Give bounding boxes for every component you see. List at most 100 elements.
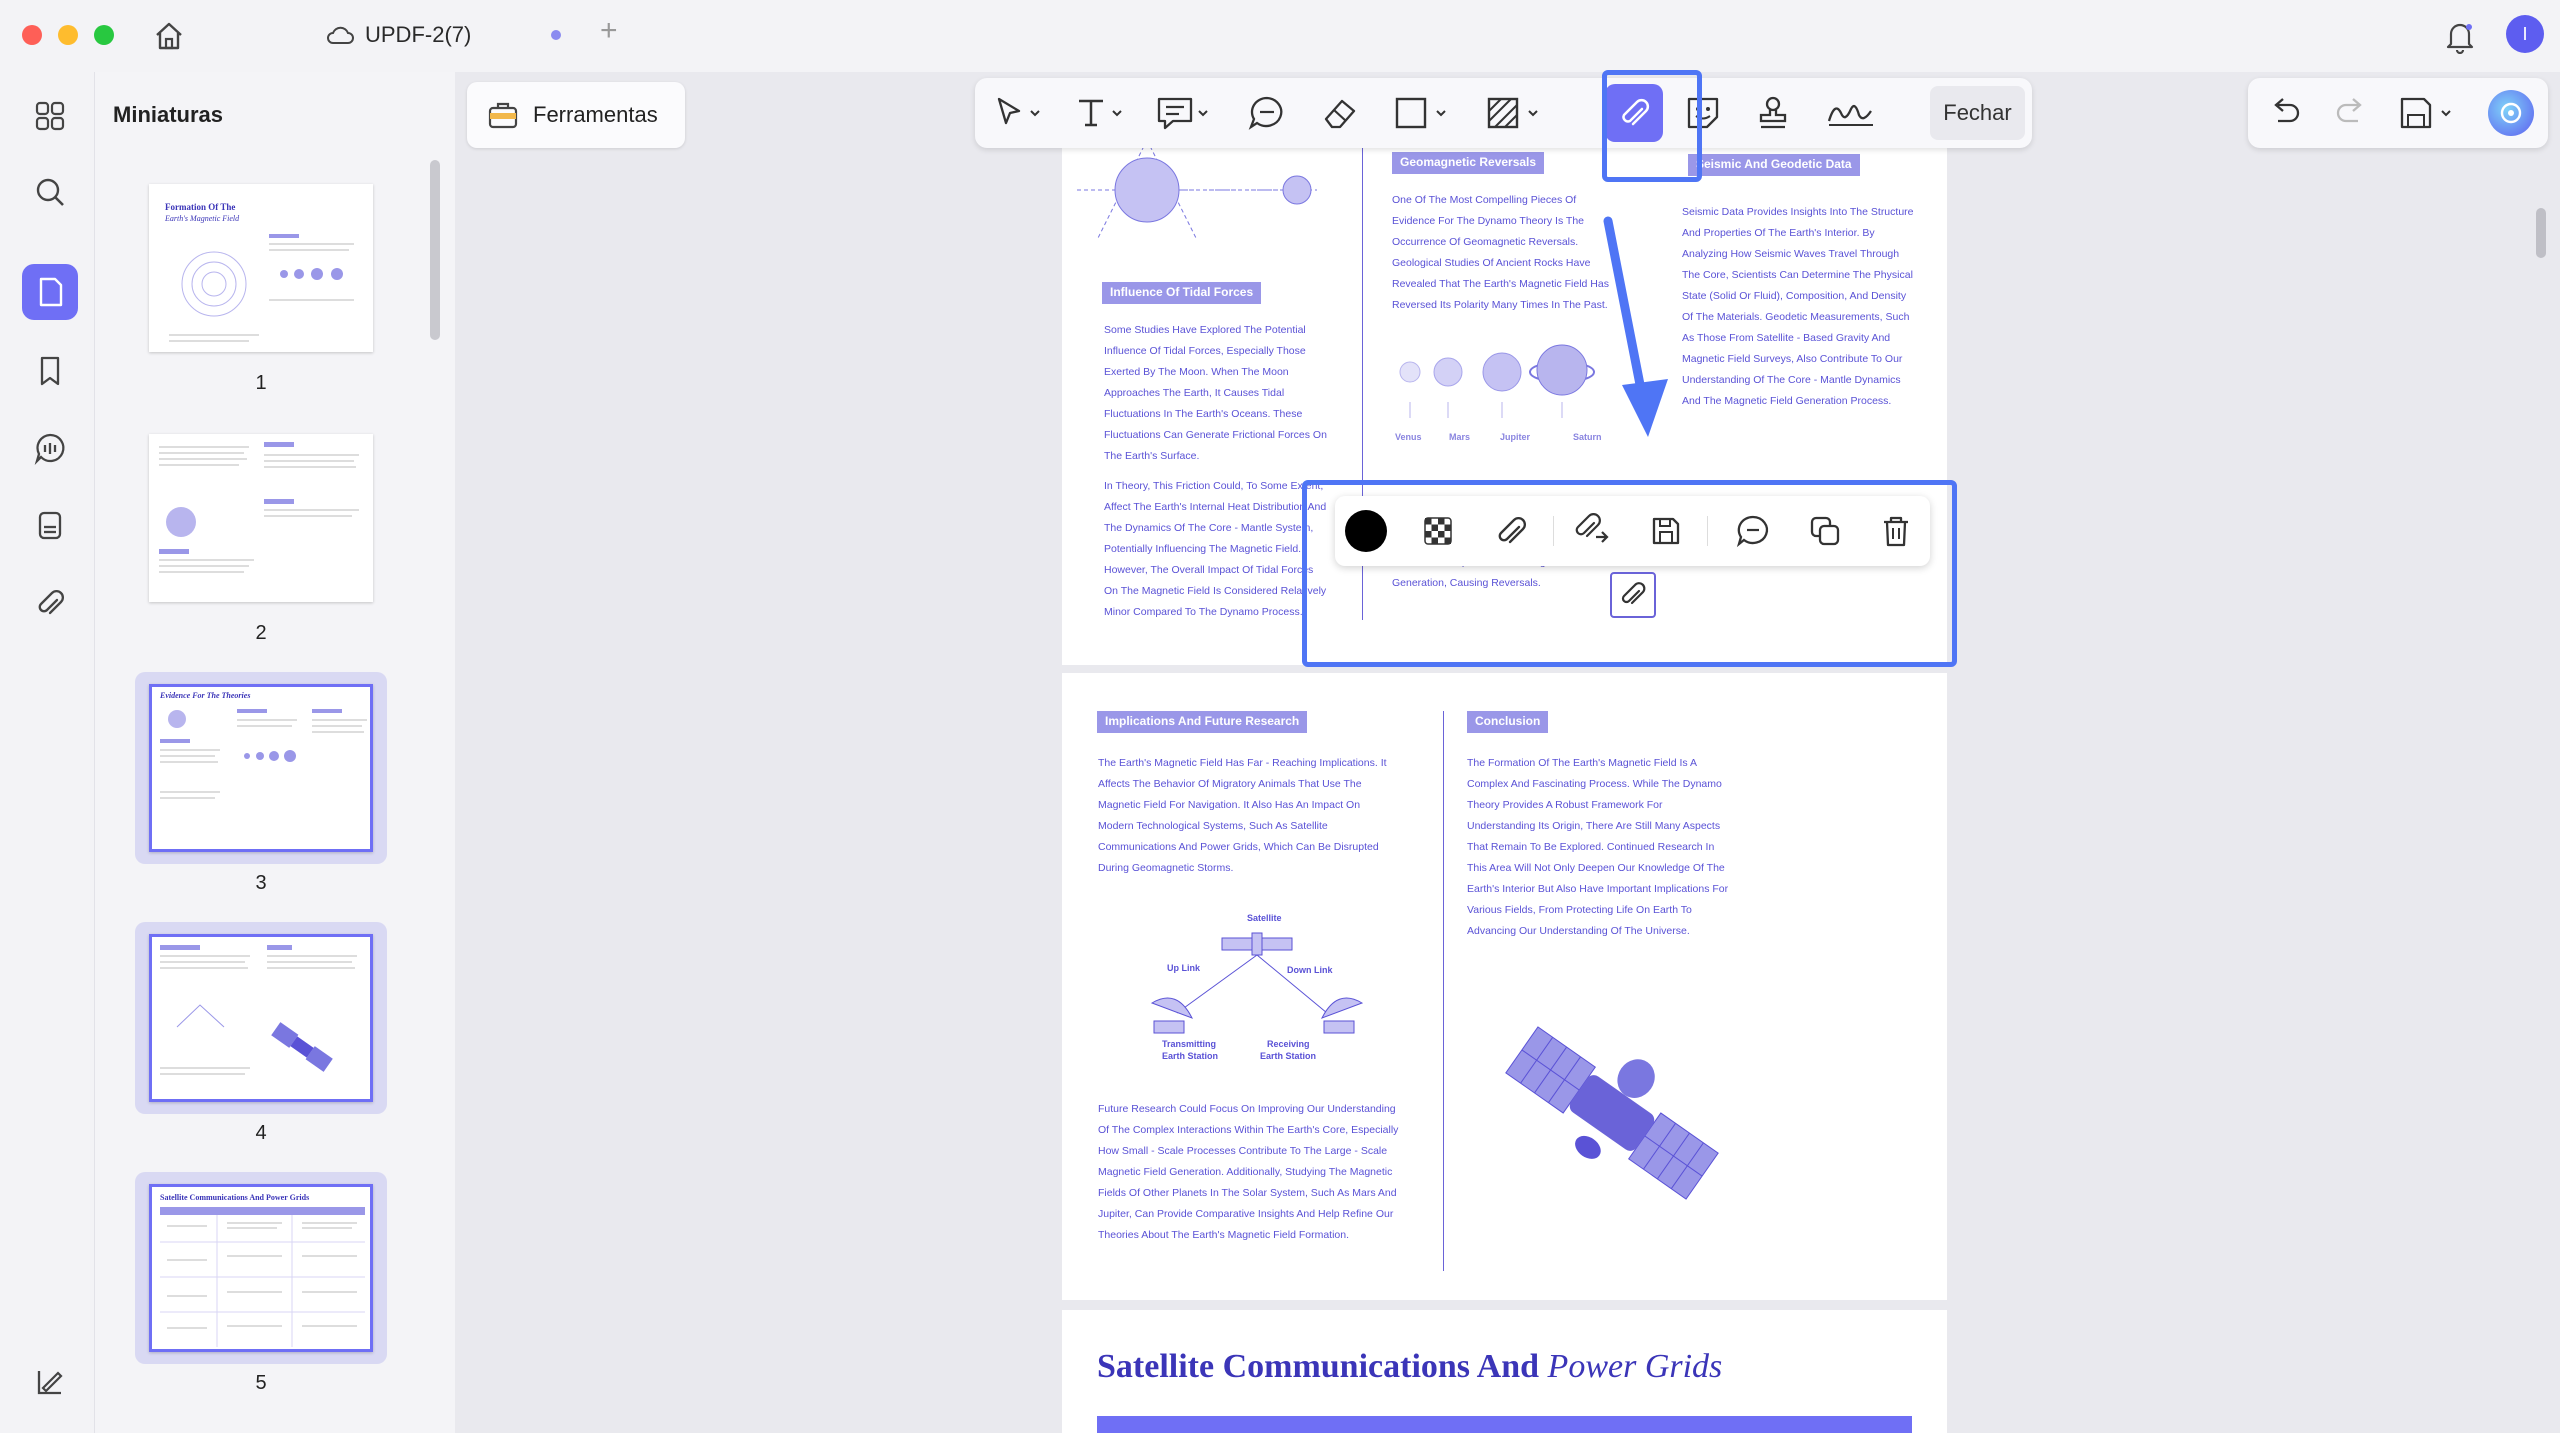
title-bar: UPDF-2(7) + I — [0, 0, 2560, 72]
section-heading: Implications And Future Research — [1097, 711, 1308, 733]
annotation-toolbar: Fechar — [975, 78, 2032, 148]
divider — [1553, 516, 1554, 546]
thumbnails-icon[interactable] — [22, 264, 78, 320]
delete-icon[interactable] — [1875, 510, 1917, 552]
page-thumbnail-3[interactable]: Evidence For The Theories 3 — [135, 672, 387, 894]
eraser-icon[interactable] — [1320, 92, 1360, 134]
planets-diagram — [1399, 344, 1595, 418]
save-icon[interactable] — [2396, 92, 2456, 134]
page-thumbnail-4[interactable]: 4 — [135, 922, 387, 1144]
paragraph: Future Research Could Focus On Improving… — [1098, 1103, 1399, 1241]
apps-grid-icon[interactable] — [22, 88, 78, 144]
user-avatar[interactable]: I — [2506, 15, 2544, 53]
section-heading: Geomagnetic Reversals — [1392, 152, 1545, 174]
duplicate-icon[interactable] — [1804, 510, 1846, 552]
paragraph: One Of The Most Compelling Pieces Of Evi… — [1392, 194, 1609, 311]
color-swatch-black[interactable] — [1345, 510, 1387, 552]
close-window-button[interactable] — [22, 25, 42, 45]
opacity-icon[interactable] — [1417, 510, 1459, 552]
document-tab-title[interactable]: UPDF-2(7) — [365, 22, 471, 48]
page-number: 4 — [255, 1122, 267, 1144]
divider — [1707, 516, 1708, 546]
paragraph: Some Studies Have Explored The Potential… — [1104, 324, 1327, 462]
satellite-illustration — [1505, 1026, 1719, 1200]
document-page-4: Implications And Future Research The Ear… — [1062, 673, 1947, 1300]
new-tab-button[interactable]: + — [600, 14, 618, 48]
comments-icon[interactable] — [22, 420, 78, 476]
page-thumbnail-1[interactable]: Formation Of The Earth's Magnetic Field … — [135, 172, 387, 394]
page-preview: Satellite Communications And Power Grids — [149, 1184, 373, 1352]
stamp-icon[interactable] — [1753, 92, 1793, 134]
paragraph: Seismic Data Provides Insights Into The … — [1682, 206, 1914, 407]
diagram-label: Up Link — [1167, 963, 1200, 973]
attachment-annotation-icon[interactable] — [1610, 572, 1656, 618]
search-icon[interactable] — [22, 164, 78, 220]
page-number: 5 — [255, 1372, 267, 1394]
page-title-main: Satellite Communications And — [1097, 1348, 1548, 1385]
diagram-label: Down Link — [1287, 965, 1333, 975]
bookmark-icon[interactable] — [22, 343, 78, 399]
page-title: Satellite Communications And Power Grids — [1097, 1348, 1722, 1386]
rectangle-tool[interactable] — [1393, 92, 1449, 134]
panel-title: Miniaturas — [113, 102, 224, 127]
minimize-window-button[interactable] — [58, 25, 78, 45]
page-thumbnail-2[interactable]: 2 — [135, 422, 387, 644]
thumbnails-panel: Miniaturas Formation Of The Earth's Magn… — [95, 72, 455, 1433]
thumb-heading: Satellite Communications And Power Grids — [160, 1193, 310, 1202]
page-number: 2 — [255, 622, 267, 644]
close-annotation-button[interactable]: Fechar — [1930, 86, 2025, 140]
ai-logo-icon[interactable] — [2488, 90, 2534, 136]
signature-icon[interactable] — [1825, 92, 1877, 134]
thumb-subheading: Earth's Magnetic Field — [165, 214, 240, 223]
bell-icon[interactable] — [2443, 18, 2477, 54]
tools-button[interactable]: Ferramentas — [467, 82, 685, 148]
tools-label: Ferramentas — [533, 102, 658, 127]
page-number: 1 — [255, 372, 267, 394]
right-toolbar — [2248, 78, 2548, 148]
document-page-5: Satellite Communications And Power Grids — [1062, 1310, 1947, 1433]
add-comment-icon[interactable] — [1732, 510, 1774, 552]
diagram-label: Earth Station — [1162, 1051, 1219, 1061]
cloud-icon — [325, 23, 355, 47]
text-tool[interactable] — [1073, 92, 1125, 134]
forces-diagram — [1077, 140, 1317, 241]
maximize-window-button[interactable] — [94, 25, 114, 45]
paperclip-icon[interactable] — [1490, 510, 1532, 552]
section-heading: Influence Of Tidal Forces — [1102, 282, 1262, 304]
open-attachment-icon[interactable] — [1571, 510, 1613, 552]
toolbox-icon — [487, 100, 519, 130]
page-preview: Evidence For The Theories — [149, 684, 373, 852]
highlight-box-toolbar — [1602, 70, 1702, 182]
page-thumbnail-5[interactable]: Satellite Communications And Power Grids… — [135, 1172, 387, 1394]
paragraph: The Formation Of The Earth's Magnetic Fi… — [1467, 757, 1729, 937]
undo-icon[interactable] — [2266, 92, 2306, 134]
page-preview: Formation Of The Earth's Magnetic Field — [149, 184, 373, 352]
attachment-context-toolbar — [1335, 496, 1930, 566]
layers-icon[interactable] — [22, 497, 78, 553]
area-pattern-tool[interactable] — [1485, 92, 1541, 134]
select-tool[interactable] — [993, 92, 1041, 134]
page-number: 3 — [255, 872, 267, 894]
text-comment-tool[interactable] — [1155, 92, 1211, 134]
column-divider — [1443, 711, 1444, 1271]
attachment-icon[interactable] — [22, 576, 78, 632]
redo-icon[interactable] — [2330, 92, 2370, 134]
thumbnails-scrollbar[interactable] — [430, 160, 440, 340]
thumb-heading: Evidence For The Theories — [160, 691, 251, 700]
page-preview — [149, 934, 373, 1102]
comment-icon[interactable] — [1247, 92, 1287, 134]
pointer-arrow-icon — [1603, 216, 1668, 437]
document-scrollbar[interactable] — [2536, 208, 2546, 258]
table-header-band — [1097, 1416, 1912, 1433]
diagram-label: Earth Station — [1260, 1051, 1317, 1061]
unsaved-dot — [551, 30, 561, 40]
page-title-italic: Power Grids — [1547, 1348, 1723, 1385]
diagram-label: Receiving — [1267, 1039, 1310, 1049]
planet-label: Venus — [1395, 432, 1422, 442]
page-preview — [149, 434, 373, 602]
planet-label: Mars — [1449, 432, 1471, 442]
ai-assistant-icon[interactable] — [22, 1354, 78, 1410]
home-icon[interactable] — [152, 20, 186, 52]
satellite-link-diagram — [1150, 932, 1364, 1034]
save-attachment-icon[interactable] — [1645, 510, 1687, 552]
